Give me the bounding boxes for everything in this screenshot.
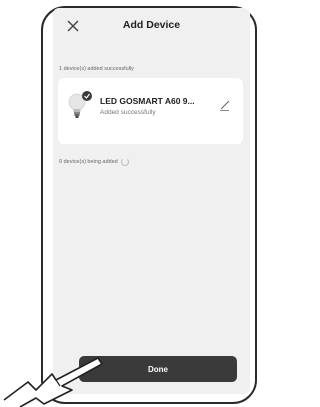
device-name: LED GOSMART A60 9... bbox=[100, 96, 195, 106]
spinner-icon bbox=[120, 158, 129, 166]
check-badge bbox=[82, 91, 92, 101]
page-title: Add Device bbox=[122, 19, 181, 31]
pointing-hand-icon bbox=[3, 357, 103, 407]
edit-button[interactable] bbox=[218, 98, 232, 112]
added-status-text: 1 device(s) added successfully bbox=[59, 66, 134, 72]
adding-status: 0 device(s) being added bbox=[59, 158, 129, 166]
device-status: Added successfully bbox=[100, 109, 156, 116]
device-card[interactable]: LED GOSMART A60 9... Added successfully bbox=[58, 78, 243, 144]
pencil-icon bbox=[220, 100, 230, 111]
adding-status-text: 0 device(s) being added bbox=[59, 159, 118, 165]
bulb-icon bbox=[68, 91, 92, 118]
header: Add Device bbox=[53, 8, 250, 44]
